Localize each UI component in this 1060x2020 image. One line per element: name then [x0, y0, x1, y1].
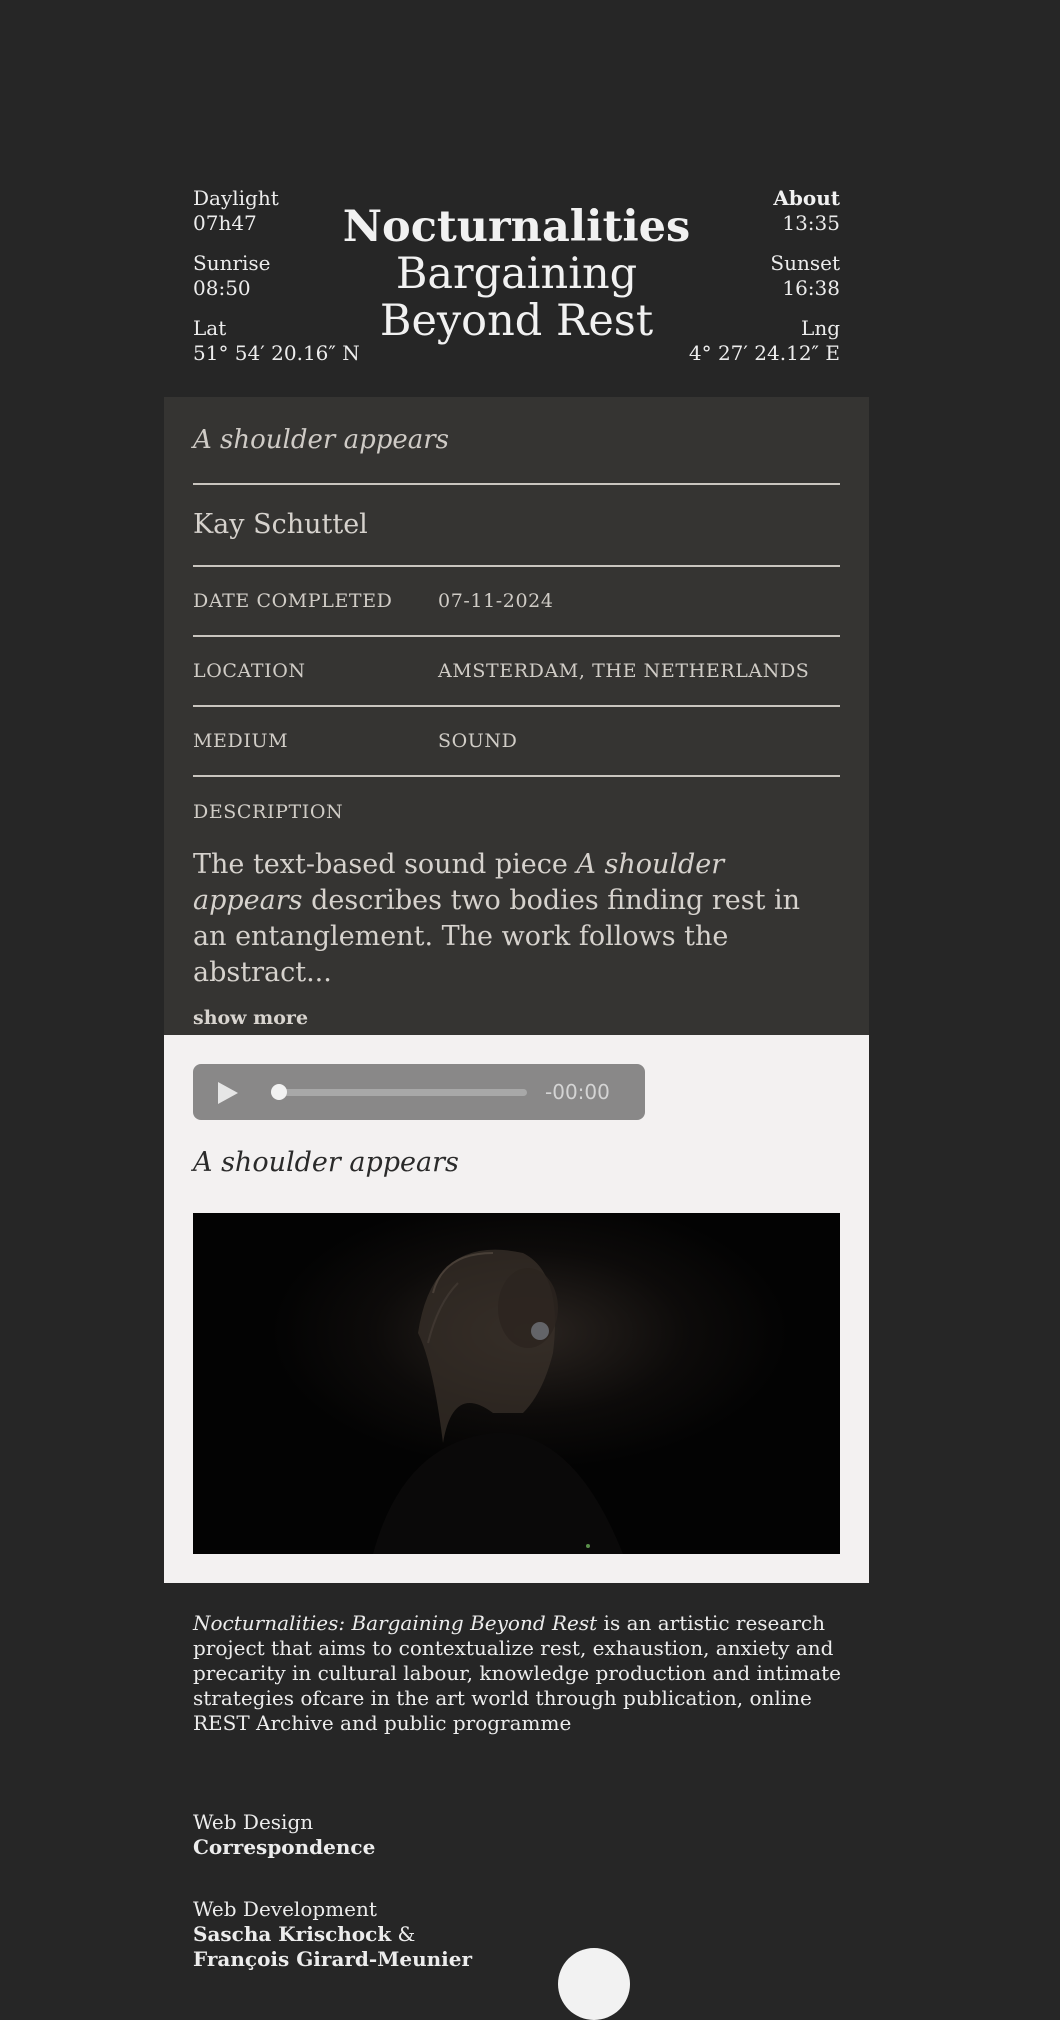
work-info-card: A shoulder appears Kay Schuttel DATE COM… — [164, 397, 869, 1035]
medium-label: MEDIUM — [193, 730, 289, 752]
site-header: Daylight 07h47 Sunrise 08:50 Lat 51° 54′… — [193, 186, 840, 376]
show-more-button[interactable]: show more — [193, 1007, 308, 1029]
performance-video[interactable] — [193, 1213, 840, 1554]
sunset-info: Sunset 16:38 — [689, 251, 840, 301]
artist-name[interactable]: Kay Schuttel — [193, 485, 840, 567]
longitude-value: 4° 27′ 24.12″ E — [688, 341, 840, 365]
media-title: A shoulder appears — [193, 1147, 459, 1178]
developer-ampersand: & — [391, 1922, 416, 1946]
longitude-info: Lng 4° 27′ 24.12″ E — [689, 316, 840, 366]
longitude-label: Lng — [801, 316, 840, 340]
developer-name-2[interactable]: François Girard-Meunier — [193, 1947, 472, 1971]
audio-player: -00:00 — [193, 1064, 645, 1120]
description-label: DESCRIPTION — [193, 801, 344, 823]
about-time-info: About 13:35 — [689, 186, 840, 236]
web-development-label: Web Development — [193, 1897, 377, 1921]
web-design-name[interactable]: Correspondence — [193, 1835, 375, 1859]
credit-web-development: Web Development Sascha Krischock & Franç… — [193, 1897, 472, 1972]
meta-row-medium: MEDIUM SOUND — [193, 707, 840, 777]
project-description: Nocturnalities: Bargaining Beyond Rest i… — [193, 1611, 853, 1736]
play-icon[interactable] — [218, 1082, 238, 1104]
audio-progress-handle[interactable] — [271, 1084, 287, 1100]
scroll-to-top-button[interactable] — [558, 1948, 630, 2020]
location-value: AMSTERDAM, THE NETHERLANDS — [438, 660, 810, 682]
date-completed-value: 07-11-2024 — [438, 590, 554, 612]
date-completed-label: DATE COMPLETED — [193, 590, 393, 612]
project-name: Nocturnalities: Bargaining Beyond Rest — [193, 1611, 598, 1635]
web-development-names-line1: Sascha Krischock & — [193, 1922, 472, 1947]
current-time: 13:35 — [782, 211, 840, 235]
work-title: A shoulder appears — [193, 397, 840, 485]
web-design-label: Web Design — [193, 1810, 314, 1834]
audio-time: -00:00 — [545, 1080, 610, 1104]
media-section: -00:00 A shoulder appears — [164, 1035, 869, 1583]
sunset-label: Sunset — [770, 251, 840, 275]
developer-name-1[interactable]: Sascha Krischock — [193, 1922, 391, 1946]
performer-image — [193, 1213, 840, 1554]
medium-value: SOUND — [438, 730, 518, 752]
meta-row-date: DATE COMPLETED 07-11-2024 — [193, 567, 840, 637]
location-label: LOCATION — [193, 660, 306, 682]
meta-row-location: LOCATION AMSTERDAM, THE NETHERLANDS — [193, 637, 840, 707]
credit-web-design: Web Design Correspondence — [193, 1810, 375, 1860]
description-text: The text-based sound piece A shoulder ap… — [193, 847, 840, 991]
audio-progress-track[interactable] — [271, 1089, 527, 1096]
about-link[interactable]: About — [689, 186, 840, 211]
sunset-value: 16:38 — [782, 276, 840, 300]
work-info-content: A shoulder appears Kay Schuttel DATE COM… — [193, 397, 840, 1029]
sun-info-right: About 13:35 Sunset 16:38 Lng 4° 27′ 24.1… — [689, 186, 840, 381]
description-pre: The text-based sound piece — [193, 849, 577, 880]
